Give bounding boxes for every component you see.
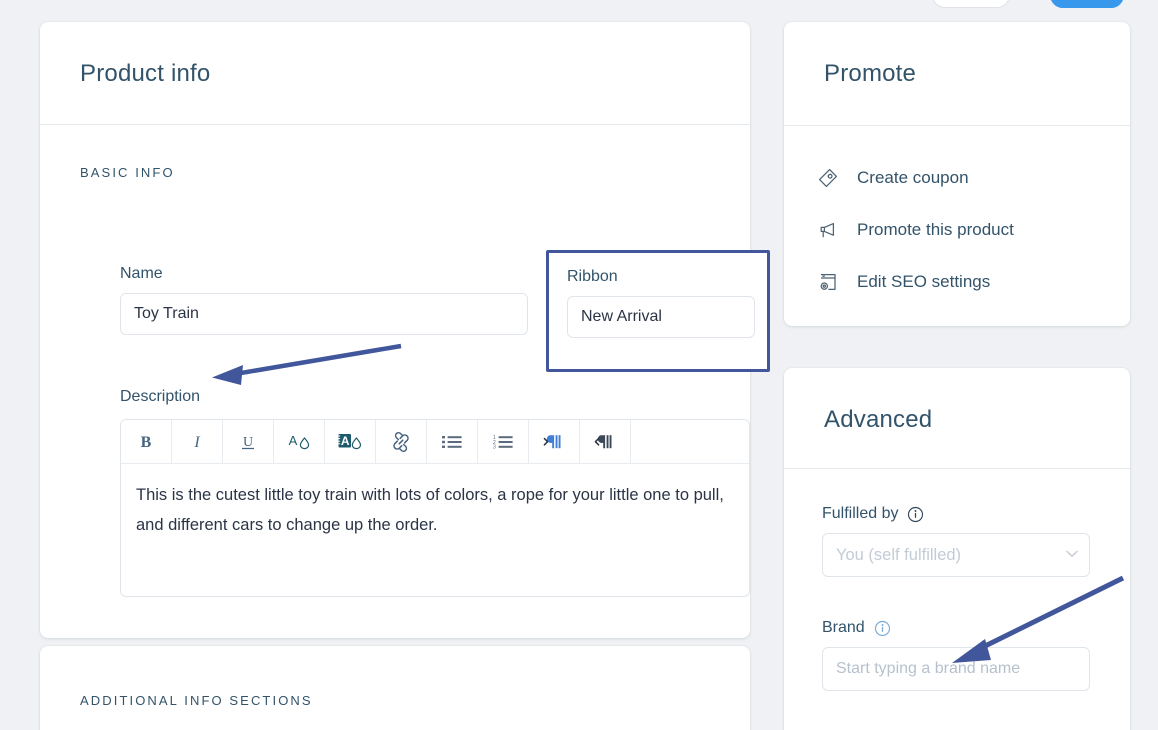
italic-icon[interactable]: I [172,420,223,463]
brand-input[interactable] [822,647,1090,691]
promote-item-label: Create coupon [857,168,969,188]
svg-text:B: B [141,434,152,451]
promote-item-edit-seo[interactable]: Edit SEO settings [784,256,1130,308]
numbered-list-icon[interactable]: 1 2 3 [478,420,529,463]
ribbon-highlight-box: Ribbon [546,250,770,372]
ribbon-field-group: Ribbon [567,268,755,338]
advanced-header: Advanced [784,368,1130,469]
promote-item-promote-product[interactable]: Promote this product [784,204,1130,256]
description-text[interactable]: This is the cutest little toy train with… [121,464,749,596]
info-icon[interactable] [874,620,891,637]
svg-text:A: A [289,433,298,448]
editor-toolbar: B I U A [121,420,749,464]
svg-text:U: U [243,435,253,450]
name-field-group: Name [120,265,528,335]
product-info-header: Product info [40,22,750,125]
additional-info-card: ADDITIONAL INFO SECTIONS [40,646,750,730]
promote-item-create-coupon[interactable]: Create coupon [784,152,1130,204]
megaphone-icon [816,218,840,242]
promote-actions-list: Create coupon Promote this product [784,126,1130,308]
page-title: Product info [80,62,210,86]
product-info-card: Product info BASIC INFO Name Ribbon Desc… [40,22,750,638]
promote-card: Promote Create coupon [784,22,1130,326]
description-rich-text-editor: B I U A [120,419,750,597]
additional-info-section-label: ADDITIONAL INFO SECTIONS [80,693,313,708]
name-input[interactable] [120,293,528,335]
fulfilled-by-field-group: Fulfilled by You (self fulfilled) [822,505,1092,577]
bold-icon[interactable]: B [121,420,172,463]
brand-field-group: Brand [822,619,1092,691]
info-icon[interactable] [907,506,924,523]
ribbon-label: Ribbon [567,268,755,286]
product-info-body: BASIC INFO [40,125,750,220]
advanced-card: Advanced Fulfilled by You (s [784,368,1130,730]
fulfilled-by-value: You (self fulfilled) [836,546,961,565]
basic-info-section-label: BASIC INFO [80,165,710,180]
text-direction-rtl-icon[interactable] [529,420,580,463]
brand-label-row: Brand [822,619,1092,637]
description-field-group: Description B I U [120,388,750,597]
svg-text:3: 3 [493,444,496,450]
name-label: Name [120,265,528,283]
text-direction-ltr-icon[interactable] [580,420,631,463]
promote-item-label: Promote this product [857,220,1014,240]
seo-settings-icon [816,270,840,294]
promote-item-label: Edit SEO settings [857,272,990,292]
underline-icon[interactable]: U [223,420,274,463]
advanced-title: Advanced [824,408,932,432]
text-color-icon[interactable]: A [274,420,325,463]
promote-title: Promote [824,62,916,86]
fulfilled-by-select[interactable]: You (self fulfilled) [822,533,1090,577]
toolbar-empty-slot [631,420,749,463]
ribbon-input[interactable] [567,296,755,338]
svg-text:A: A [341,434,350,448]
bulleted-list-icon[interactable] [427,420,478,463]
chevron-down-icon[interactable] [1066,550,1078,558]
coupon-icon [816,166,840,190]
link-icon[interactable] [376,420,427,463]
fulfilled-by-label-row: Fulfilled by [822,505,1092,523]
svg-text:I: I [193,434,200,451]
highlight-color-icon[interactable]: A [325,420,376,463]
brand-label: Brand [822,619,865,637]
advanced-body: Fulfilled by You (self fulfilled) [784,469,1130,691]
description-label: Description [120,388,750,406]
fulfilled-by-label: Fulfilled by [822,505,898,523]
promote-header: Promote [784,22,1130,126]
fulfilled-by-select-wrap: You (self fulfilled) [822,533,1092,577]
